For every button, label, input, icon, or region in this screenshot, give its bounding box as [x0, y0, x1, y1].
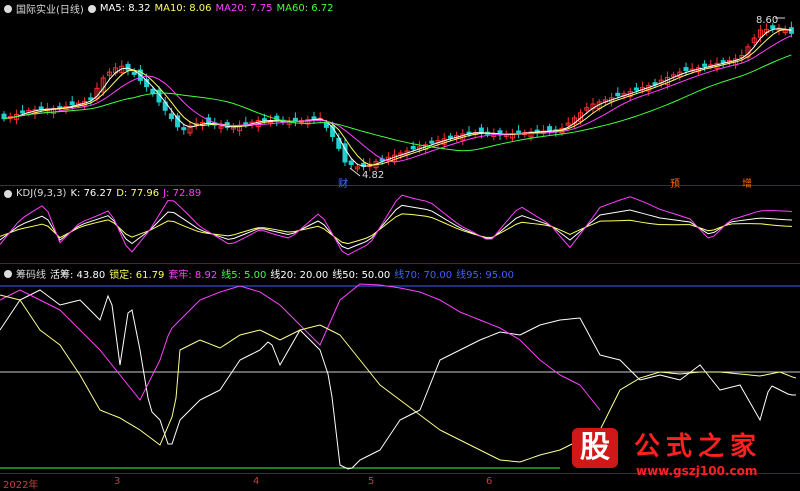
event-marker-finance[interactable]: 财 [338, 175, 348, 190]
candle-body [348, 160, 354, 165]
candle-body [683, 67, 689, 72]
chip-trapped-line [0, 283, 601, 411]
candle-body [770, 25, 776, 30]
x-label-3: 3 [114, 476, 121, 487]
candle-body [311, 116, 317, 120]
watermark-logo: 股 [572, 428, 618, 468]
x-label-5: 5 [368, 476, 375, 487]
candle-body [615, 92, 621, 97]
candle-body [38, 106, 44, 110]
watermark-url: www.gszj100.com [636, 464, 758, 478]
candle-body [429, 140, 435, 144]
chart-canvas[interactable] [0, 0, 800, 488]
candle-body [168, 113, 174, 120]
candle-body [516, 130, 522, 134]
candle-body [181, 127, 187, 131]
x-label-year: 2022年 [3, 480, 39, 491]
event-marker-increase[interactable]: 增 [742, 175, 752, 190]
candle-body [702, 63, 708, 67]
candle-body [633, 87, 639, 91]
candle-body [720, 60, 726, 64]
candle-body [447, 135, 453, 139]
x-label-6: 6 [486, 476, 493, 487]
candle-body [69, 101, 75, 106]
x-label-4: 4 [253, 476, 260, 487]
low-price-label: 4.82 [362, 170, 385, 181]
ma10-line [3, 28, 792, 166]
watermark-logo-text: 股 [580, 430, 610, 465]
high-price-label: 8.60 [756, 15, 779, 26]
candle-body [20, 110, 26, 114]
ma5-line [3, 28, 792, 167]
candle-body [547, 126, 553, 132]
event-marker-forecast[interactable]: 预 [670, 175, 680, 190]
candle-body [131, 71, 137, 75]
candle-body [125, 63, 131, 71]
ma20-line [3, 35, 792, 163]
candle-body [410, 146, 416, 150]
watermark: 股 公式之家 www.gszj100.com [568, 420, 800, 488]
watermark-title: 公式之家 [634, 432, 763, 462]
